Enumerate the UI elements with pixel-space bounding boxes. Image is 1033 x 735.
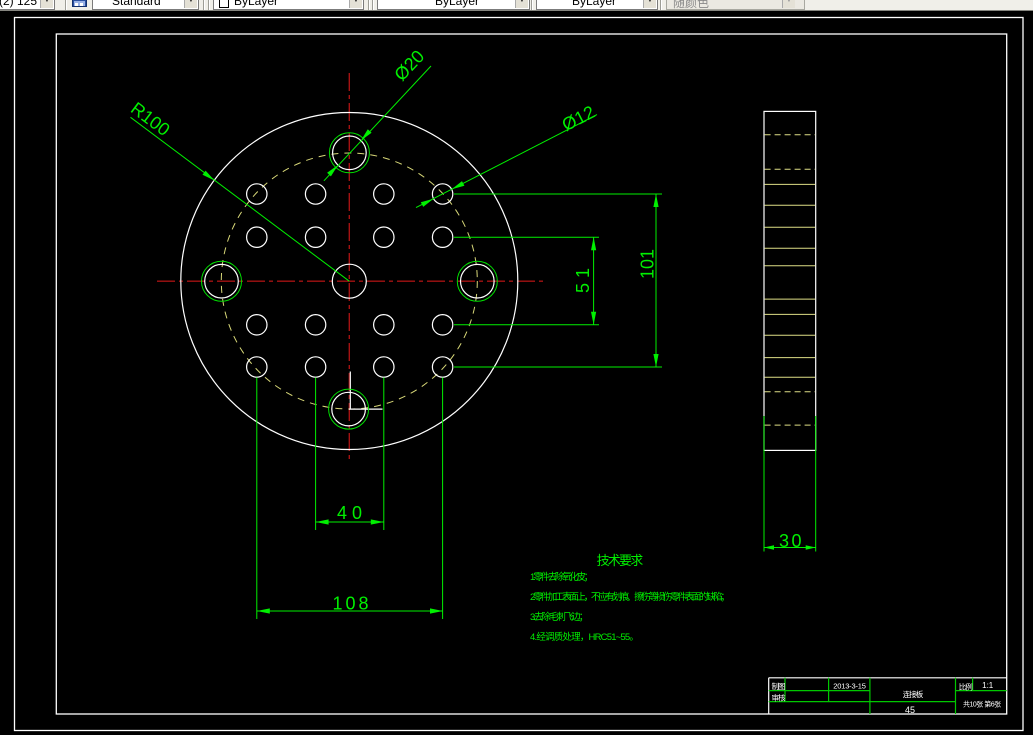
svg-text:40: 40 xyxy=(337,503,367,523)
svg-text:审核: 审核 xyxy=(772,692,786,702)
svg-text:2013-3-15: 2013-3-15 xyxy=(833,682,865,691)
svg-text:比例: 比例 xyxy=(959,681,972,691)
svg-text:2.零件加工表面上，不应有划痕、擦伤等损伤零件表面的缺陷；: 2.零件加工表面上，不应有划痕、擦伤等损伤零件表面的缺陷； xyxy=(530,591,728,603)
svg-text:制图: 制图 xyxy=(772,681,785,691)
svg-text:3.去除毛刺飞边；: 3.去除毛刺飞边； xyxy=(530,611,586,623)
svg-text:连接板: 连接板 xyxy=(903,689,924,699)
svg-text:30: 30 xyxy=(779,531,804,551)
svg-text:共10张 第6张: 共10张 第6张 xyxy=(963,699,1001,708)
svg-text:101: 101 xyxy=(638,249,658,279)
svg-text:4.经调质处理，HRC51~55。: 4.经调质处理，HRC51~55。 xyxy=(530,631,638,643)
svg-text:108: 108 xyxy=(333,594,372,614)
svg-text:51: 51 xyxy=(573,263,593,293)
svg-text:1.零件去除氧化皮；: 1.零件去除氧化皮； xyxy=(530,571,591,583)
svg-text:1:1: 1:1 xyxy=(982,681,994,690)
svg-text:技术要求: 技术要求 xyxy=(597,553,644,568)
svg-text:45: 45 xyxy=(905,705,915,715)
